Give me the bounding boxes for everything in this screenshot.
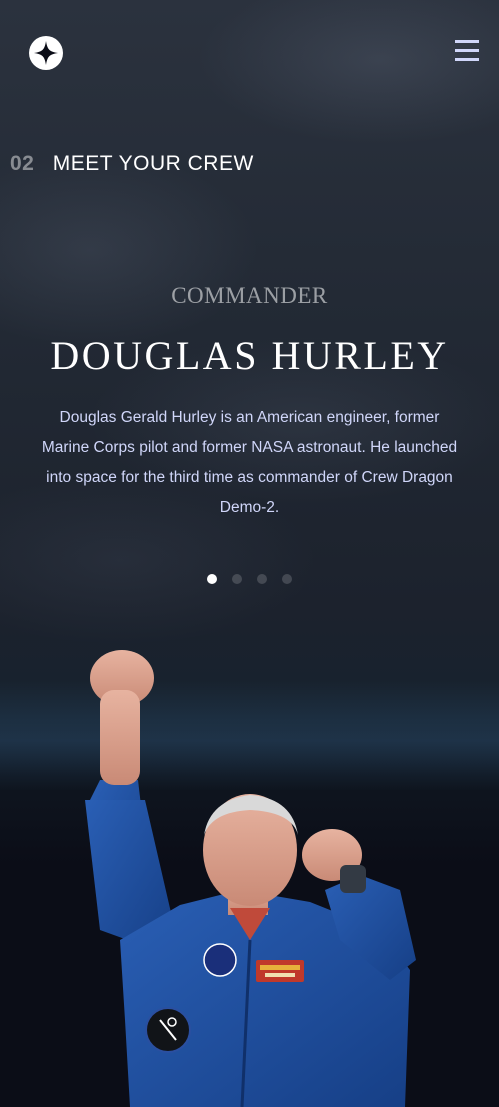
section-title: MEET YOUR CREW (52, 152, 254, 175)
site-header (0, 0, 499, 100)
section-number: 02 (10, 152, 35, 175)
carousel-dots (0, 574, 499, 584)
bio-line: Marine Corps pilot and former NASA astro… (41, 439, 458, 456)
astronaut-portrait (85, 650, 416, 1107)
bio-line: Demo-2. (219, 499, 280, 516)
carousel-dot-3[interactable] (257, 574, 267, 584)
crew-name: DOUGLAS HURLEY (50, 333, 449, 378)
carousel-dot-4[interactable] (282, 574, 292, 584)
crew-bio: Douglas Gerald Hurley is an American eng… (24, 403, 475, 523)
star-logo-icon[interactable] (29, 36, 63, 70)
hamburger-menu-icon[interactable] (455, 40, 479, 64)
bio-line: Douglas Gerald Hurley is an American eng… (59, 409, 440, 426)
page-section-heading: 02 MEET YOUR CREW (10, 152, 254, 176)
carousel-dot-1[interactable] (207, 574, 217, 584)
carousel-dot-2[interactable] (232, 574, 242, 584)
bio-line: into space for the third time as command… (46, 469, 453, 486)
crew-role: COMMANDER (171, 283, 328, 308)
